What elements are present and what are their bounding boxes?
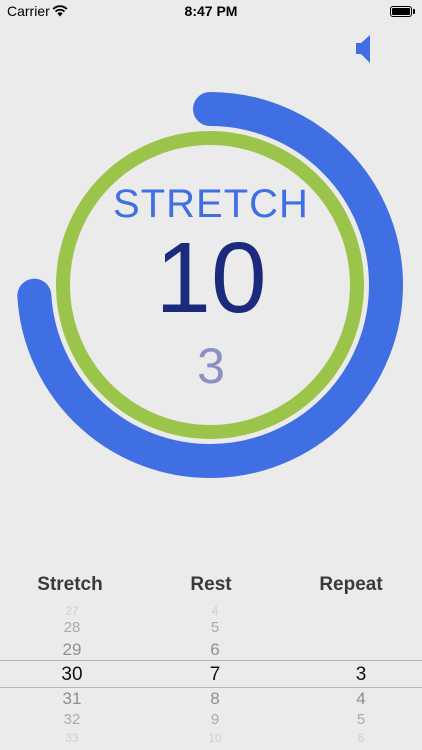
- picker-selected-value: 7: [209, 664, 221, 685]
- rest-column-header: Rest: [190, 574, 232, 595]
- picker-value: 32: [63, 711, 81, 728]
- picker-value: 33: [65, 731, 79, 745]
- repeat-column-header: Repeat: [319, 574, 383, 595]
- picker-value: 4: [211, 604, 219, 618]
- picker-value: 31: [62, 689, 82, 708]
- repeat-counter: 3: [197, 338, 225, 394]
- picker-value: 10: [208, 731, 222, 745]
- phase-label: STRETCH: [113, 182, 309, 226]
- picker-value: 6: [357, 731, 365, 745]
- picker-selected-value: 3: [355, 664, 367, 685]
- picker-value: 4: [356, 689, 366, 708]
- picker-value: 5: [210, 619, 220, 636]
- picker-selected-value: 30: [61, 664, 83, 685]
- picker-value: 29: [62, 640, 82, 659]
- stretch-column-header: Stretch: [37, 574, 103, 595]
- picker-value: 9: [210, 711, 220, 728]
- picker-value: 6: [210, 640, 220, 659]
- picker-value: 8: [210, 689, 220, 708]
- countdown-value: 10: [155, 222, 267, 334]
- picker-value: 27: [65, 604, 79, 618]
- picker-value: 28: [63, 619, 81, 636]
- picker-value: 5: [356, 711, 366, 728]
